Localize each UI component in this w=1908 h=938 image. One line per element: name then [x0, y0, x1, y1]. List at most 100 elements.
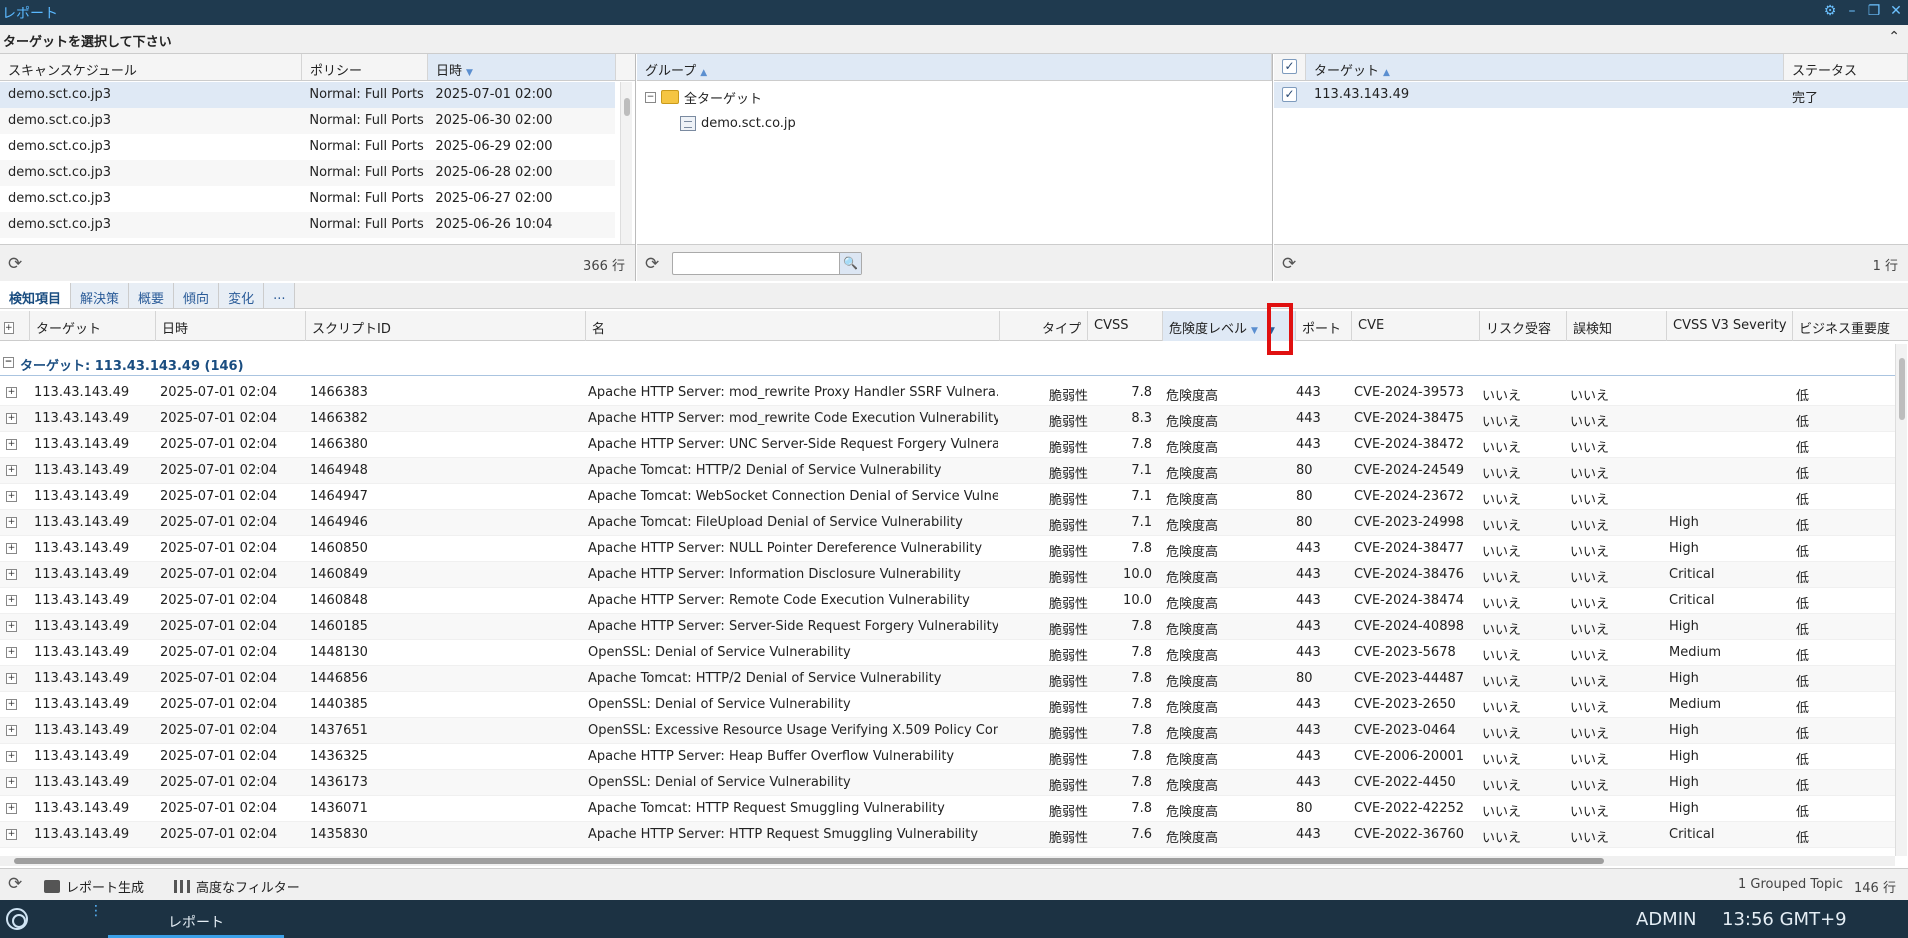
refresh-icon[interactable]: ⟳: [1282, 255, 1300, 273]
tab-solutions[interactable]: 解決策: [71, 283, 130, 308]
table-row[interactable]: +113.43.143.49 2025-07-01 02:04 1464946 Apa…: [0, 510, 1895, 536]
tab-more[interactable]: ...: [264, 283, 296, 308]
target-col-header[interactable]: ターゲット ▲: [1306, 54, 1784, 80]
restore-icon[interactable]: ❐: [1866, 3, 1882, 19]
expand-row-icon[interactable]: +: [6, 595, 17, 606]
user-label[interactable]: ADMIN: [1636, 909, 1696, 930]
table-row[interactable]: +113.43.143.49 2025-07-01 02:04 1436071 Apa…: [0, 796, 1895, 822]
table-row[interactable]: +113.43.143.49 2025-07-01 02:04 1466380 Apa…: [0, 432, 1895, 458]
group-row[interactable]: − ターゲット: 113.43.143.49 (146): [0, 350, 1895, 376]
generate-report-button[interactable]: レポート生成: [44, 877, 144, 896]
refresh-icon[interactable]: ⟳: [8, 875, 26, 893]
search-icon[interactable]: 🔍: [839, 253, 861, 274]
col-name[interactable]: 名: [586, 311, 1000, 341]
refresh-icon[interactable]: ⟳: [8, 255, 26, 273]
target-checkbox[interactable]: ✓: [1282, 87, 1297, 102]
minimize-icon[interactable]: –: [1844, 3, 1860, 19]
expand-row-icon[interactable]: +: [6, 387, 17, 398]
table-row[interactable]: +113.43.143.49 2025-07-01 02:04 1437651 Ope…: [0, 718, 1895, 744]
refresh-icon[interactable]: ⟳: [645, 255, 663, 273]
col-risk-accept[interactable]: リスク受容: [1480, 311, 1567, 341]
schedule-row[interactable]: demo.sct.co.jp3 Normal: Full Ports 2025-…: [0, 108, 615, 134]
schedule-scrollbar[interactable]: [620, 82, 632, 244]
schedule-row[interactable]: demo.sct.co.jp3 Normal: Full Ports 2025-…: [0, 160, 615, 186]
expand-row-icon[interactable]: +: [6, 699, 17, 710]
expand-row-icon[interactable]: +: [6, 543, 17, 554]
grid-vertical-scrollbar[interactable]: [1895, 344, 1907, 856]
col-business-importance[interactable]: ビジネス重要度: [1793, 311, 1908, 341]
schedule-row[interactable]: demo.sct.co.jp3 Normal: Full Ports 2025-…: [0, 82, 615, 108]
schedule-row[interactable]: demo.sct.co.jp3 Normal: Full Ports 2025-…: [0, 186, 615, 212]
select-all-cell: ✓: [1274, 54, 1306, 80]
expand-row-icon[interactable]: +: [6, 413, 17, 424]
tab-summary[interactable]: 概要: [129, 283, 175, 308]
table-row[interactable]: +113.43.143.49 2025-07-01 02:04 1435830 Apa…: [0, 822, 1895, 848]
status-col-header[interactable]: ステータス: [1784, 54, 1908, 80]
table-row[interactable]: +113.43.143.49 2025-07-01 02:04 1460185 Apa…: [0, 614, 1895, 640]
table-row[interactable]: +113.43.143.49 2025-07-01 02:04 1466383 Apa…: [0, 380, 1895, 406]
expand-row-icon[interactable]: +: [6, 491, 17, 502]
table-row[interactable]: +113.43.143.49 2025-07-01 02:04 1460850 Apa…: [0, 536, 1895, 562]
scroll-thumb[interactable]: [624, 98, 630, 116]
tree-child[interactable]: demo.sct.co.jp: [680, 110, 796, 136]
collapse-up-icon[interactable]: ⌃: [1888, 29, 1900, 45]
group-col-header[interactable]: グループ ▲: [637, 54, 1272, 80]
expand-row-icon[interactable]: +: [6, 517, 17, 528]
col-target[interactable]: ターゲット: [30, 311, 156, 341]
expand-row-icon[interactable]: +: [6, 647, 17, 658]
select-all-checkbox[interactable]: ✓: [1282, 59, 1297, 74]
schedule-row[interactable]: demo.sct.co.jp3 Normal: Full Ports 2025-…: [0, 212, 615, 238]
schedule-row[interactable]: demo.sct.co.jp3 Normal: Full Ports 2025-…: [0, 134, 615, 160]
table-row[interactable]: +113.43.143.49 2025-07-01 02:04 1464948 Apa…: [0, 458, 1895, 484]
expand-row-icon[interactable]: +: [6, 725, 17, 736]
table-row[interactable]: +113.43.143.49 2025-07-01 02:04 1446856 Apa…: [0, 666, 1895, 692]
menu-dots-icon[interactable]: ⋮: [89, 904, 103, 918]
col-cvss[interactable]: CVSS: [1088, 311, 1163, 341]
expand-row-icon[interactable]: +: [6, 569, 17, 580]
expand-all-icon[interactable]: +: [4, 322, 14, 334]
collapse-toggle-icon[interactable]: −: [645, 91, 656, 103]
policy-col-header[interactable]: ポリシー: [302, 54, 428, 80]
expand-row-icon[interactable]: +: [6, 777, 17, 788]
target-row[interactable]: ✓ 113.43.143.49 完了: [1274, 82, 1908, 108]
table-row[interactable]: +113.43.143.49 2025-07-01 02:04 1440385 Ope…: [0, 692, 1895, 718]
expand-row-icon[interactable]: +: [6, 621, 17, 632]
cell-cve: CVE-2023-5678: [1354, 645, 1456, 660]
col-port[interactable]: ポート: [1296, 311, 1352, 341]
expand-row-icon[interactable]: +: [6, 751, 17, 762]
datetime-col-header[interactable]: 日時 ▼: [428, 54, 616, 80]
col-cvss3-severity[interactable]: CVSS V3 Severity: [1667, 311, 1793, 341]
gear-icon[interactable]: ⚙: [1822, 3, 1838, 19]
table-row[interactable]: +113.43.143.49 2025-07-01 02:04 1436173 Ope…: [0, 770, 1895, 796]
expand-row-icon[interactable]: +: [6, 465, 17, 476]
tree-root[interactable]: − 全ターゲット: [645, 84, 762, 110]
close-icon[interactable]: ✕: [1888, 3, 1904, 19]
scroll-thumb[interactable]: [14, 858, 1604, 864]
tab-trends[interactable]: 傾向: [174, 283, 220, 308]
col-script-id[interactable]: スクリプトID: [306, 311, 586, 341]
group-search-input[interactable]: 🔍: [672, 252, 862, 275]
col-type[interactable]: タイプ: [1000, 311, 1088, 341]
table-row[interactable]: +113.43.143.49 2025-07-01 02:04 1448130 Ope…: [0, 640, 1895, 666]
advanced-filter-button[interactable]: 高度なフィルター: [174, 877, 300, 896]
col-datetime[interactable]: 日時: [156, 311, 306, 341]
table-row[interactable]: +113.43.143.49 2025-07-01 02:04 1464947 Apa…: [0, 484, 1895, 510]
col-cve[interactable]: CVE: [1352, 311, 1480, 341]
table-row[interactable]: +113.43.143.49 2025-07-01 02:04 1460849 Apa…: [0, 562, 1895, 588]
taskbar-tab-report[interactable]: レポート: [108, 908, 284, 938]
col-false-positive[interactable]: 誤検知: [1567, 311, 1667, 341]
schedule-col-header[interactable]: スキャンスケジュール: [0, 54, 302, 80]
expand-row-icon[interactable]: +: [6, 829, 17, 840]
grid-horizontal-scrollbar[interactable]: [0, 856, 1895, 866]
expand-row-icon[interactable]: +: [6, 803, 17, 814]
tab-changes[interactable]: 変化: [219, 283, 265, 308]
expand-row-icon[interactable]: +: [6, 673, 17, 684]
table-row[interactable]: +113.43.143.49 2025-07-01 02:04 1466382 Apa…: [0, 406, 1895, 432]
app-logo-icon[interactable]: [6, 908, 28, 930]
scroll-thumb[interactable]: [1899, 358, 1905, 420]
table-row[interactable]: +113.43.143.49 2025-07-01 02:04 1436325 Apa…: [0, 744, 1895, 770]
collapse-toggle-icon[interactable]: −: [3, 357, 14, 368]
tab-findings[interactable]: 検知項目: [0, 283, 72, 308]
expand-row-icon[interactable]: +: [6, 439, 17, 450]
table-row[interactable]: +113.43.143.49 2025-07-01 02:04 1460848 Apa…: [0, 588, 1895, 614]
